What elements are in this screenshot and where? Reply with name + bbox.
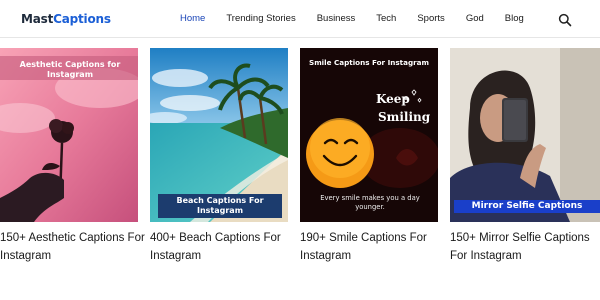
keep-line-1: Keep [376,92,410,106]
keep-line-2: Smiling [378,110,431,124]
site-header: MastCaptions Home Trending Stories Busin… [0,0,600,38]
main-nav: Home Trending Stories Business Tech Spor… [180,13,524,24]
search-button[interactable] [558,13,572,27]
post-title[interactable]: 150+ Aesthetic Captions For Instagram [0,229,160,265]
site-logo[interactable]: MastCaptions [21,12,111,26]
post-title[interactable]: 190+ Smile Captions For Instagram [300,229,460,265]
post-title[interactable]: 150+ Mirror Selfie Captions For Instagra… [450,229,600,265]
nav-item-business[interactable]: Business [317,13,356,24]
nav-item-blog[interactable]: Blog [505,13,524,24]
nav-item-tech[interactable]: Tech [376,13,396,24]
thumbnail-label: Smile Captions For Instagram [309,58,429,67]
thumbnail-label: Aesthetic Captions for Instagram [19,60,121,79]
post-thumbnail[interactable]: Mirror Selfie Captions [450,48,600,222]
post-thumbnail[interactable]: Smile Captions For Instagram Keep Smilin… [300,48,438,222]
thumbnail-label: Mirror Selfie Captions [454,200,600,213]
nav-item-trending-stories[interactable]: Trending Stories [226,13,295,24]
post-title[interactable]: 400+ Beach Captions For Instagram [150,229,310,265]
logo-text-main: Mast [21,12,54,26]
thumbnail-subtext: Every smile makes you a day younger. [320,194,420,211]
post-thumbnail[interactable]: Beach Captions For Instagram [150,48,288,222]
keep-smiling-text: Keep Smiling [376,90,430,126]
nav-item-god[interactable]: God [466,13,484,24]
post-card[interactable]: Beach Captions For Instagram 400+ Beach … [150,48,288,265]
nav-item-sports[interactable]: Sports [417,13,444,24]
nav-item-home[interactable]: Home [180,13,205,24]
post-card[interactable]: Aesthetic Captions for Instagram 150+ Ae… [0,48,145,265]
mirror-selfie-image [450,48,600,222]
post-thumbnail[interactable]: Aesthetic Captions for Instagram [0,48,138,222]
logo-text-accent: Captions [53,12,111,26]
search-icon [558,13,572,27]
post-card[interactable]: Mirror Selfie Captions 150+ Mirror Selfi… [450,48,600,265]
thumbnail-label: Beach Captions For Instagram [158,194,282,218]
post-card[interactable]: Smile Captions For Instagram Keep Smilin… [300,48,438,265]
